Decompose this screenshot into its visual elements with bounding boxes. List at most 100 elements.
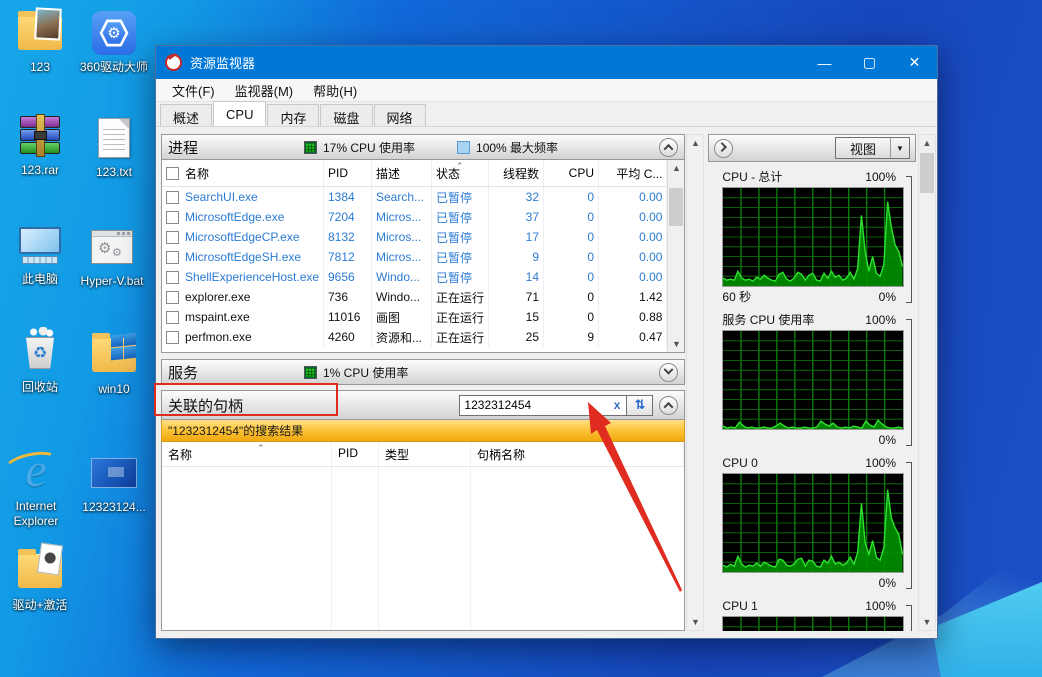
desktop-icon-123-txt[interactable]: 123.txt bbox=[78, 115, 150, 180]
desktop-icon-recycle-bin[interactable]: ♻ 回收站 bbox=[4, 327, 76, 395]
menu-file[interactable]: 文件(F) bbox=[164, 79, 223, 102]
desktop-icon-internet-explorer[interactable]: e Internet Explorer bbox=[0, 443, 72, 529]
tab-overview[interactable]: 概述 bbox=[160, 104, 213, 126]
graph-title: CPU 1 bbox=[722, 598, 758, 613]
table-row[interactable]: explorer.exe 736 Windo... 正在运行 71 0 1.42 bbox=[162, 287, 684, 307]
text-file-icon bbox=[91, 115, 137, 161]
graph-min-label: 0% bbox=[878, 432, 896, 447]
col-threads: 线程数 bbox=[489, 160, 544, 186]
scroll-down-icon[interactable]: ▼ bbox=[668, 336, 685, 352]
row-checkbox[interactable] bbox=[166, 290, 179, 304]
handles-table: ⌃ 名称 PID 类型 句柄名称 bbox=[161, 442, 686, 631]
image-file-icon bbox=[91, 450, 137, 496]
handle-search-input[interactable] bbox=[464, 398, 612, 412]
graph-plot-area bbox=[722, 330, 904, 430]
search-refresh-icon[interactable]: ⇅ bbox=[627, 394, 654, 416]
max-frequency-label: 100% 最大频率 bbox=[476, 140, 559, 155]
table-row[interactable]: perfmon.exe 4260 资源和... 正在运行 25 9 0.47 bbox=[162, 327, 684, 347]
graphs-list: CPU - 总计 100% 60 秒 0% 服务 CPU 使用率 100% 0% CPU 0 1… bbox=[708, 162, 916, 631]
search-result-banner: "1232312454"的搜索结果 bbox=[161, 420, 686, 442]
batch-file-icon: ⚙ ⚙ bbox=[89, 224, 135, 270]
tab-cpu[interactable]: CPU bbox=[213, 101, 267, 126]
graph-plot-area bbox=[722, 187, 904, 287]
scroll-down-icon[interactable]: ▼ bbox=[687, 614, 704, 630]
process-table-scrollbar[interactable]: ▲ ▼ bbox=[667, 160, 685, 352]
resource-monitor-app-icon bbox=[165, 54, 182, 71]
table-row[interactable]: ShellExperienceHost.exe 9656 Windo... 已暂停 14… bbox=[162, 267, 684, 287]
tab-network[interactable]: 网络 bbox=[373, 104, 426, 126]
scroll-down-icon[interactable]: ▼ bbox=[919, 614, 935, 630]
scroll-up-icon[interactable]: ▲ bbox=[687, 135, 704, 151]
maximize-button[interactable]: ▢ bbox=[847, 46, 892, 79]
select-all-checkbox[interactable] bbox=[166, 166, 179, 180]
graphs-scrollbar[interactable]: ▲ ▼ bbox=[918, 134, 936, 631]
service-cpu-chip bbox=[304, 365, 317, 379]
graph-max-label: 100% bbox=[865, 455, 896, 470]
collapse-process-button[interactable] bbox=[659, 137, 679, 157]
scale-bracket bbox=[906, 176, 912, 303]
handles-table-header[interactable]: ⌃ 名称 PID 类型 句柄名称 bbox=[162, 442, 685, 467]
table-row[interactable]: mspaint.exe 11016 画图 正在运行 15 0 0.88 bbox=[162, 307, 684, 327]
minimize-button[interactable]: — bbox=[802, 46, 847, 79]
desktop-icon-123-rar[interactable]: 123.rar bbox=[4, 113, 76, 178]
col-pid: PID bbox=[332, 442, 379, 466]
graph-title: CPU - 总计 bbox=[722, 170, 783, 184]
row-checkbox[interactable] bbox=[166, 330, 179, 344]
desktop-icon-win10-folder[interactable]: win10 bbox=[78, 332, 150, 397]
row-checkbox[interactable] bbox=[166, 270, 179, 284]
scrollbar-thumb[interactable] bbox=[920, 153, 934, 193]
row-checkbox[interactable] bbox=[166, 230, 179, 244]
scale-bracket bbox=[906, 605, 912, 631]
collapse-graphs-button[interactable] bbox=[714, 138, 734, 158]
col-cpu: CPU bbox=[544, 160, 599, 186]
desktop-icon-label: win10 bbox=[98, 382, 130, 396]
collapse-handles-button[interactable] bbox=[659, 395, 679, 415]
handles-section-header[interactable]: 关联的句柄 x ⇅ bbox=[161, 390, 686, 420]
expand-services-button[interactable] bbox=[659, 362, 679, 382]
close-button[interactable]: ✕ bbox=[892, 46, 937, 79]
row-checkbox[interactable] bbox=[166, 210, 179, 224]
row-checkbox[interactable] bbox=[166, 310, 179, 324]
view-dropdown-button[interactable]: 视图 ▼ bbox=[834, 137, 910, 159]
services-section-header[interactable]: 服务 1% CPU 使用率 bbox=[161, 359, 686, 385]
desktop-icon-hyperv-bat[interactable]: ⚙ ⚙ Hyper-V.bat bbox=[76, 224, 148, 289]
table-row[interactable]: MicrosoftEdgeCP.exe 8132 Micros... 已暂停 17 0 0.… bbox=[162, 227, 684, 247]
main-scrollbar[interactable]: ▲ ▼ bbox=[686, 134, 705, 631]
clear-search-icon[interactable]: x bbox=[612, 398, 623, 412]
winrar-archive-icon bbox=[17, 113, 63, 159]
tab-disk[interactable]: 磁盘 bbox=[320, 104, 373, 126]
desktop-icon-360-driver[interactable]: ⚙ 360驱动大师 bbox=[78, 10, 150, 75]
desktop-icon-label: 此电脑 bbox=[21, 272, 58, 286]
graph-max-label: 100% bbox=[865, 312, 896, 327]
table-row[interactable]: MicrosoftEdge.exe 7204 Micros... 已暂停 37 0 0.00 bbox=[162, 207, 684, 227]
scrollbar-thumb[interactable] bbox=[669, 188, 684, 226]
tab-memory[interactable]: 内存 bbox=[267, 104, 320, 126]
service-cpu-label: 1% CPU 使用率 bbox=[323, 365, 409, 380]
scroll-up-icon[interactable]: ▲ bbox=[668, 160, 685, 176]
table-row[interactable]: SearchUI.exe 1384 Search... 已暂停 32 0 0.00 bbox=[162, 187, 684, 207]
scroll-up-icon[interactable]: ▲ bbox=[919, 135, 935, 151]
resource-monitor-window: 资源监视器 — ▢ ✕ 文件(F) 监视器(M) 帮助(H) 概述 CPU 内存… bbox=[155, 45, 938, 639]
cpu-usage-label: 17% CPU 使用率 bbox=[323, 140, 416, 155]
wallpaper-glass-panel bbox=[932, 582, 1042, 677]
desktop-icon-label: Internet Explorer bbox=[13, 499, 59, 528]
menu-help[interactable]: 帮助(H) bbox=[305, 79, 365, 102]
desktop-icon-image-12323124[interactable]: 12323124... bbox=[78, 450, 150, 515]
menu-monitor[interactable]: 监视器(M) bbox=[227, 79, 302, 102]
process-section-header[interactable]: 进程 17% CPU 使用率 100% 最大频率 bbox=[161, 134, 686, 160]
desktop-icon-driver-activate[interactable]: 驱动+激活 bbox=[4, 542, 76, 613]
row-checkbox[interactable] bbox=[166, 190, 179, 204]
desktop-icon-123-folder[interactable]: 123 bbox=[4, 7, 76, 75]
graph-min-label: 0% bbox=[878, 575, 896, 590]
handle-search-box[interactable]: x bbox=[459, 394, 628, 416]
table-row[interactable]: MicrosoftEdgeSH.exe 7812 Micros... 已暂停 9 0 0.0… bbox=[162, 247, 684, 267]
desktop-icon-this-pc[interactable]: 此电脑 bbox=[4, 222, 76, 287]
process-table-header[interactable]: 名称 PID 描述 ⌃ 状态 线程数 CPU 平均 C... bbox=[162, 160, 685, 187]
chevron-up-icon bbox=[663, 143, 674, 154]
row-checkbox[interactable] bbox=[166, 250, 179, 264]
graph-plot-area bbox=[722, 616, 904, 631]
title-bar[interactable]: 资源监视器 — ▢ ✕ bbox=[156, 46, 937, 79]
folder-image-icon bbox=[17, 7, 63, 56]
folder-files-icon bbox=[17, 542, 63, 594]
col-name: 名称 bbox=[168, 448, 193, 462]
